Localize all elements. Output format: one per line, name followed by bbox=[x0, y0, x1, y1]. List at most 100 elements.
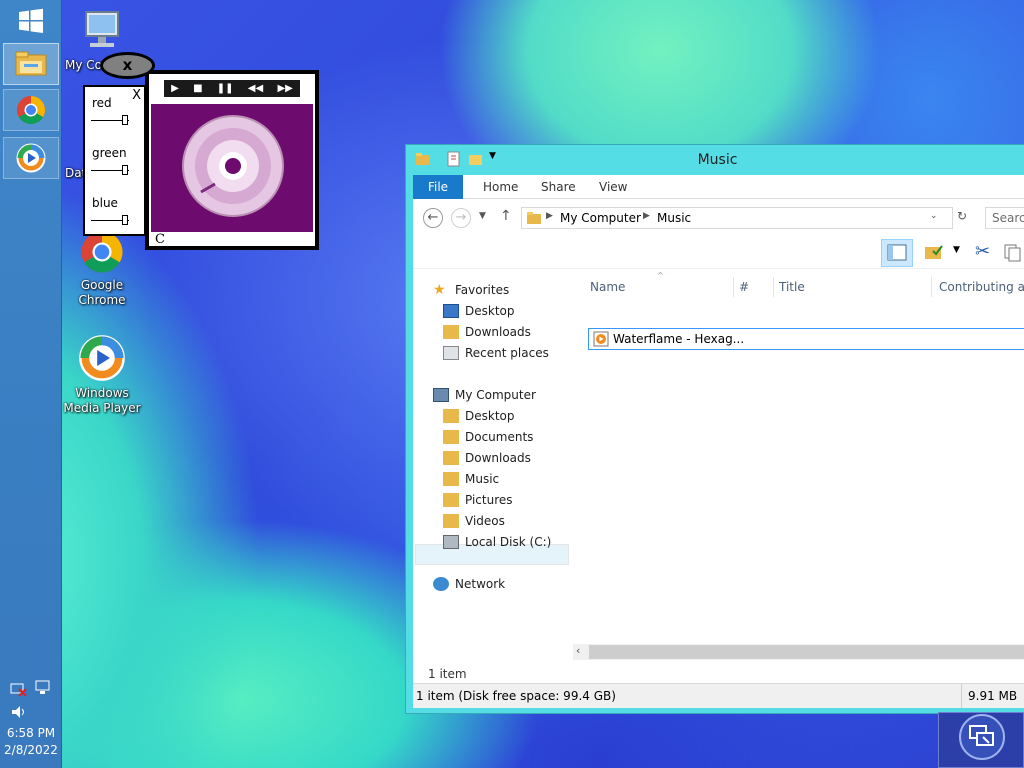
pause-icon[interactable]: ❚❚ bbox=[217, 83, 234, 94]
nav-label: Network bbox=[455, 577, 506, 591]
album-art bbox=[151, 104, 313, 232]
taskbar-media-player[interactable] bbox=[3, 137, 59, 179]
breadcrumb-separator-icon: ▶ bbox=[643, 211, 650, 221]
volume-icon[interactable] bbox=[10, 704, 28, 723]
playback-controls: ▶ ■ ❚❚ ◀◀ ▶▶ bbox=[164, 80, 300, 97]
nav-label: Desktop bbox=[465, 409, 515, 423]
address-dropdown-icon[interactable]: ⌄ bbox=[930, 211, 938, 221]
taskbar: 6:58 PM 2/8/2022 bbox=[0, 0, 62, 768]
nav-computer-desktop[interactable]: Desktop bbox=[443, 406, 515, 426]
chrome-icon bbox=[17, 96, 45, 124]
recent-locations-dropdown[interactable]: ▼ bbox=[479, 211, 486, 221]
cut-icon[interactable]: ✂ bbox=[975, 241, 990, 262]
chrome-icon bbox=[81, 231, 123, 273]
nav-label: Desktop bbox=[465, 304, 515, 318]
sort-ascending-icon: ^ bbox=[657, 271, 664, 280]
breadcrumb-music[interactable]: Music bbox=[657, 211, 691, 225]
clock-time[interactable]: 6:58 PM bbox=[0, 726, 62, 740]
scrollbar-thumb[interactable] bbox=[589, 645, 1024, 659]
music-folder-icon bbox=[443, 472, 459, 486]
nav-label: Favorites bbox=[455, 283, 510, 297]
preview-pane-icon bbox=[887, 244, 907, 261]
nav-computer-music[interactable]: Music bbox=[443, 469, 499, 489]
action-center-icon[interactable] bbox=[34, 680, 52, 699]
status-size: 9.91 MB bbox=[968, 689, 1018, 703]
column-header-title[interactable]: Title bbox=[779, 277, 805, 297]
slider-thumb-green[interactable] bbox=[122, 165, 128, 175]
column-header-contributing-artists[interactable]: Contributing art bbox=[939, 277, 1024, 297]
desktop-icon-google-chrome[interactable]: Google Chrome bbox=[62, 230, 142, 308]
remote-desktop-tile[interactable] bbox=[938, 712, 1024, 768]
breadcrumb-my-computer[interactable]: My Computer bbox=[560, 211, 641, 225]
explorer-titlebar[interactable]: ▼ Music bbox=[406, 145, 1024, 175]
nav-label: Recent places bbox=[465, 346, 549, 360]
slider-thumb-blue[interactable] bbox=[122, 215, 128, 225]
forward-button[interactable]: → bbox=[451, 208, 471, 228]
nav-network[interactable]: Network bbox=[433, 574, 505, 594]
tab-home[interactable]: Home bbox=[473, 175, 528, 199]
breadcrumb-separator-icon: ▶ bbox=[546, 211, 553, 221]
scroll-left-icon[interactable]: ‹ bbox=[576, 644, 580, 657]
column-separator[interactable] bbox=[931, 277, 932, 297]
address-bar[interactable]: ▶ My Computer ▶ Music ⌄ bbox=[521, 207, 953, 229]
file-name: Waterflame - Hexag... bbox=[613, 332, 745, 346]
tab-share[interactable]: Share bbox=[531, 175, 586, 199]
nav-favorites-recent-places[interactable]: Recent places bbox=[443, 343, 549, 363]
column-separator[interactable] bbox=[733, 277, 734, 297]
downloads-icon bbox=[443, 451, 459, 465]
file-row[interactable]: Waterflame - Hexag... bbox=[588, 328, 1024, 350]
network-status-icon[interactable] bbox=[10, 680, 28, 699]
rgb-panel-close-button[interactable]: X bbox=[132, 88, 141, 103]
clock-date[interactable]: 2/8/2022 bbox=[0, 743, 62, 757]
gadget-close-button[interactable]: x bbox=[100, 52, 155, 79]
column-header-name[interactable]: Name bbox=[590, 277, 625, 297]
nav-label: Pictures bbox=[465, 493, 513, 507]
media-player-icon bbox=[16, 143, 46, 173]
nav-computer-videos[interactable]: Videos bbox=[443, 511, 505, 531]
tab-view[interactable]: View bbox=[589, 175, 637, 199]
nav-label: Music bbox=[465, 472, 500, 486]
nav-favorites-desktop[interactable]: Desktop bbox=[443, 301, 515, 321]
refresh-icon[interactable]: ↻ bbox=[957, 209, 967, 223]
taskbar-file-explorer[interactable] bbox=[3, 43, 59, 85]
nav-computer-local-disk[interactable]: Local Disk (C:) bbox=[443, 532, 551, 552]
slider-label-green: green bbox=[92, 146, 127, 160]
start-button[interactable] bbox=[3, 0, 59, 42]
nav-my-computer[interactable]: My Computer bbox=[433, 385, 536, 405]
window-title: Music bbox=[697, 152, 738, 168]
column-separator[interactable] bbox=[773, 277, 774, 297]
slider-thumb-red[interactable] bbox=[122, 115, 128, 125]
play-icon[interactable]: ▶ bbox=[171, 83, 179, 94]
horizontal-scrollbar[interactable]: ‹ bbox=[573, 644, 1024, 660]
tab-file[interactable]: File bbox=[413, 175, 463, 199]
desktop-icon-windows-media-player[interactable]: Windows Media Player bbox=[62, 334, 142, 416]
next-icon[interactable]: ▶▶ bbox=[277, 83, 292, 94]
view-toolbar: ▼ ✂ bbox=[413, 235, 1024, 269]
nav-computer-documents[interactable]: Documents bbox=[443, 427, 533, 447]
nav-favorites-downloads[interactable]: Downloads bbox=[443, 322, 531, 342]
up-button[interactable]: ↑ bbox=[500, 208, 512, 224]
media-player-icon bbox=[79, 335, 125, 381]
previous-icon[interactable]: ◀◀ bbox=[248, 83, 263, 94]
nav-favorites[interactable]: ★ Favorites bbox=[433, 280, 509, 300]
address-folder-icon bbox=[526, 210, 542, 229]
desktop-icon bbox=[443, 304, 459, 318]
back-button[interactable]: ← bbox=[423, 208, 443, 228]
nav-computer-pictures[interactable]: Pictures bbox=[443, 490, 513, 510]
column-header-number[interactable]: # bbox=[739, 277, 749, 297]
select-items-icon[interactable] bbox=[923, 243, 947, 266]
recent-places-icon bbox=[443, 346, 459, 360]
folder-icon bbox=[443, 409, 459, 423]
desktop-icon-label: Google Chrome bbox=[78, 278, 126, 307]
preview-pane-button[interactable] bbox=[881, 239, 913, 267]
copy-icon[interactable] bbox=[1003, 243, 1023, 266]
taskbar-chrome[interactable] bbox=[3, 89, 59, 131]
nav-label: Downloads bbox=[465, 451, 531, 465]
navigation-pane: ★ Favorites Desktop Downloads Recent pla… bbox=[413, 271, 571, 659]
stop-icon[interactable]: ■ bbox=[193, 83, 202, 94]
media-file-icon bbox=[593, 331, 609, 347]
search-input[interactable]: Search bbox=[985, 207, 1024, 229]
nav-computer-downloads[interactable]: Downloads bbox=[443, 448, 531, 468]
ribbon-tabs: File Home Share View bbox=[413, 175, 1024, 199]
toolbar-dropdown-icon[interactable]: ▼ bbox=[953, 245, 960, 255]
